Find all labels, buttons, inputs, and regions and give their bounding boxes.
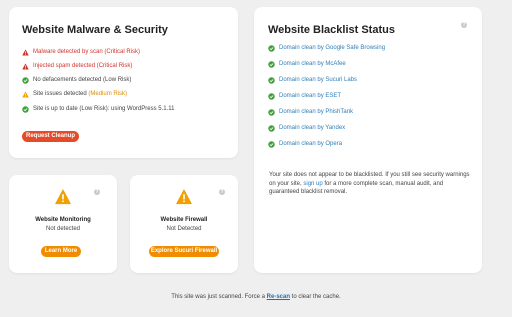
blacklist-item: Domain clean by McAfee bbox=[268, 59, 346, 69]
malware-item-label: Malware detected by scan (Critical Risk) bbox=[33, 49, 141, 55]
malware-item-label: Site is up to date (Low Risk): using Wor… bbox=[33, 106, 175, 112]
blacklist-note: Your site does not appear to be blacklis… bbox=[269, 171, 474, 197]
check-icon bbox=[268, 60, 275, 68]
blacklist-item: Domain clean by Sucuri Labs bbox=[268, 75, 357, 85]
explore-firewall-button[interactable]: Explore Sucuri Firewall bbox=[149, 246, 219, 257]
check-icon bbox=[268, 124, 275, 132]
warning-icon bbox=[55, 189, 71, 205]
monitoring-status: Not detected bbox=[45, 226, 81, 232]
check-icon bbox=[268, 76, 275, 84]
scan-footer: This site was just scanned. Force a Re-s… bbox=[0, 294, 512, 300]
malware-item-label: Site issues detected (Medium Risk) bbox=[33, 91, 127, 97]
footer-text: to clear the cache. bbox=[290, 294, 341, 300]
blacklist-item: Domain clean by PhishTank bbox=[268, 107, 353, 117]
blacklist-item-label[interactable]: Domain clean by McAfee bbox=[279, 61, 346, 67]
blacklist-status-card: Website Blacklist Status ? Domain clean … bbox=[254, 7, 482, 273]
malware-card-title: Website Malware & Security bbox=[22, 24, 168, 36]
help-icon[interactable]: ? bbox=[94, 189, 100, 195]
blacklist-item: Domain clean by Yandex bbox=[268, 123, 345, 133]
check-icon bbox=[268, 44, 275, 52]
warning-icon bbox=[22, 48, 29, 55]
warning-icon bbox=[22, 62, 29, 69]
blacklist-item-label[interactable]: Domain clean by Google Safe Browsing bbox=[279, 45, 385, 51]
malware-item: Injected spam detected (Critical Risk) bbox=[22, 61, 132, 71]
blacklist-item-label[interactable]: Domain clean by PhishTank bbox=[279, 109, 353, 115]
malware-item: Site is up to date (Low Risk): using Wor… bbox=[22, 104, 175, 114]
check-icon bbox=[268, 140, 275, 148]
firewall-status: Not Detected bbox=[166, 226, 202, 232]
firewall-title: Website Firewall bbox=[160, 217, 208, 223]
check-icon bbox=[268, 108, 275, 116]
request-cleanup-button[interactable]: Request Cleanup bbox=[22, 131, 79, 142]
site-issues-label: Site issues detected bbox=[33, 91, 89, 97]
monitoring-title: Website Monitoring bbox=[35, 217, 91, 223]
help-icon[interactable]: ? bbox=[219, 189, 225, 195]
blacklist-item: Domain clean by Opera bbox=[268, 139, 342, 149]
check-icon bbox=[22, 76, 29, 84]
malware-item: No defacements detected (Low Risk) bbox=[22, 75, 131, 85]
check-icon bbox=[22, 105, 29, 113]
blacklist-item: Domain clean by ESET bbox=[268, 91, 341, 101]
malware-item-label: No defacements detected (Low Risk) bbox=[33, 77, 132, 83]
blacklist-item-label[interactable]: Domain clean by Opera bbox=[279, 141, 342, 147]
malware-item: Malware detected by scan (Critical Risk) bbox=[22, 47, 140, 57]
blacklist-item: Domain clean by Google Safe Browsing bbox=[268, 43, 385, 53]
medium-risk-label: (Medium Risk) bbox=[88, 91, 128, 97]
check-icon bbox=[268, 92, 275, 100]
malware-item: Site issues detected (Medium Risk) bbox=[22, 89, 127, 99]
sign-up-link[interactable]: sign up bbox=[303, 181, 322, 187]
malware-security-card: Website Malware & Security Malware detec… bbox=[9, 7, 238, 158]
website-monitoring-card: ? Website Monitoring Not detected Learn … bbox=[9, 175, 117, 273]
blacklist-item-label[interactable]: Domain clean by ESET bbox=[279, 93, 341, 99]
footer-text: This site was just scanned. Force a bbox=[171, 294, 267, 300]
help-icon[interactable]: ? bbox=[461, 22, 467, 28]
blacklist-card-title: Website Blacklist Status bbox=[268, 24, 395, 36]
warning-icon bbox=[22, 90, 29, 97]
blacklist-item-label[interactable]: Domain clean by Yandex bbox=[279, 125, 345, 131]
rescan-link[interactable]: Re-scan bbox=[267, 294, 290, 300]
warning-icon bbox=[176, 189, 192, 205]
malware-item-label: Injected spam detected (Critical Risk) bbox=[33, 63, 133, 69]
learn-more-button[interactable]: Learn More bbox=[41, 246, 81, 257]
blacklist-item-label[interactable]: Domain clean by Sucuri Labs bbox=[279, 77, 357, 83]
website-firewall-card: ? Website Firewall Not Detected Explore … bbox=[130, 175, 238, 273]
